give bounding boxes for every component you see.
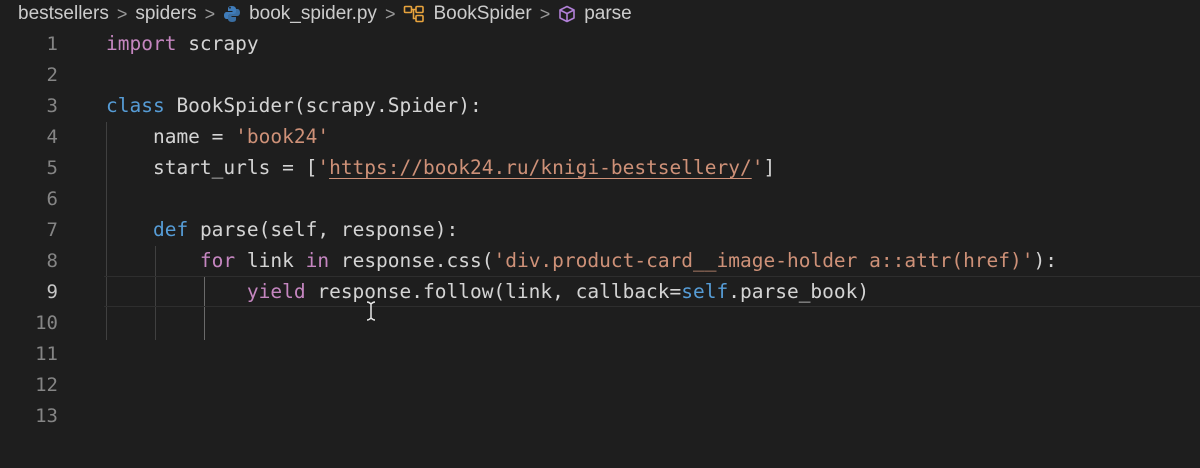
keyword-token: self: [681, 280, 729, 303]
line-number: 2: [46, 63, 58, 86]
line-number: 9: [46, 280, 58, 303]
code-token: response.css(: [329, 249, 494, 272]
code-line-7[interactable]: 7 def parse(self, response):: [0, 214, 1200, 245]
code-text: name = 'book24': [106, 125, 329, 148]
chevron-right-icon: >: [384, 3, 396, 24]
code-line-12[interactable]: 12: [0, 369, 1200, 400]
keyword-token: yield: [246, 280, 306, 303]
code-line-8[interactable]: 8 for link in response.css('div.product-…: [0, 245, 1200, 276]
code-line-2[interactable]: 2: [0, 59, 1200, 90]
code-line-3[interactable]: 3 class BookSpider(scrapy.Spider):: [0, 90, 1200, 121]
string-token: 'div.product-card__image-holder a::attr(…: [493, 249, 1034, 272]
breadcrumb-label: bestsellers: [18, 3, 109, 24]
line-number: 5: [46, 156, 58, 179]
line-number: 4: [46, 125, 58, 148]
line-number: 13: [35, 404, 58, 427]
breadcrumb-item-class[interactable]: BookSpider: [403, 3, 532, 25]
keyword-token: class: [106, 94, 165, 117]
breadcrumb-item-file[interactable]: book_spider.py: [223, 3, 377, 25]
code-text: yield response.follow(link, callback=sel…: [106, 280, 869, 303]
code-line-6[interactable]: 6: [0, 183, 1200, 214]
code-line-5[interactable]: 5 start_urls = ['https://book24.ru/knigi…: [0, 152, 1200, 183]
code-token: .parse_book): [728, 280, 870, 303]
code-token: name =: [106, 125, 236, 148]
code-text: import scrapy: [106, 32, 259, 55]
keyword-token: in: [305, 249, 330, 272]
code-token: start_urls = [: [106, 156, 318, 179]
code-line-9[interactable]: 9 yield response.follow(link, callback=s…: [0, 276, 1200, 307]
breadcrumb-label: BookSpider: [433, 3, 532, 24]
breadcrumb-label: book_spider.py: [249, 3, 377, 24]
line-number: 12: [35, 373, 58, 396]
breadcrumb-item-method[interactable]: parse: [558, 3, 632, 25]
code-text: start_urls = ['https://book24.ru/knigi-b…: [106, 156, 775, 179]
code-token: ):: [1033, 249, 1057, 272]
class-name-token: BookSpider: [164, 94, 294, 117]
code-line-13[interactable]: 13: [0, 400, 1200, 431]
line-number: 11: [35, 342, 58, 365]
keyword-token: for: [199, 249, 236, 272]
chevron-right-icon: >: [204, 3, 216, 24]
code-line-10[interactable]: 10: [0, 307, 1200, 338]
code-token: parse(self, response):: [188, 218, 459, 241]
python-file-icon: [223, 5, 241, 23]
code-editor[interactable]: 1 import scrapy 2 3 class BookSpider(scr…: [0, 28, 1200, 468]
text-cursor-icon: [365, 301, 377, 326]
line-number: 10: [35, 311, 58, 334]
string-token: ': [751, 156, 764, 179]
code-text: for link in response.css('div.product-ca…: [106, 249, 1057, 272]
breadcrumb-label: spiders: [135, 3, 197, 24]
breadcrumb: bestsellers > spiders > book_spider.py >…: [0, 0, 1200, 28]
line-number: 7: [46, 218, 58, 241]
class-icon: [403, 5, 425, 23]
chevron-right-icon: >: [116, 3, 128, 24]
code-token: link: [235, 249, 306, 272]
code-text: class BookSpider(scrapy.Spider):: [106, 94, 482, 117]
code-token: scrapy: [176, 32, 259, 55]
code-token: response.follow(link, callback=: [305, 280, 682, 303]
code-line-1[interactable]: 1 import scrapy: [0, 28, 1200, 59]
string-token: ': [317, 156, 330, 179]
chevron-right-icon: >: [539, 3, 551, 24]
breadcrumb-label: parse: [584, 3, 632, 24]
line-number: 3: [46, 94, 58, 117]
breadcrumb-item-bestsellers[interactable]: bestsellers: [18, 3, 109, 25]
method-icon: [558, 5, 576, 23]
line-number: 8: [46, 249, 58, 272]
url-link[interactable]: https://book24.ru/knigi-bestsellery/: [329, 156, 752, 179]
code-text: def parse(self, response):: [106, 218, 458, 241]
code-token: (scrapy.Spider):: [293, 94, 482, 117]
code-line-11[interactable]: 11: [0, 338, 1200, 369]
line-number: 6: [46, 187, 58, 210]
code-token: ]: [763, 156, 776, 179]
line-number: 1: [46, 32, 58, 55]
keyword-token: def: [152, 218, 189, 241]
keyword-token: import: [106, 32, 177, 55]
code-line-4[interactable]: 4 name = 'book24': [0, 121, 1200, 152]
breadcrumb-item-spiders[interactable]: spiders: [135, 3, 196, 25]
string-token: 'book24': [235, 125, 330, 148]
